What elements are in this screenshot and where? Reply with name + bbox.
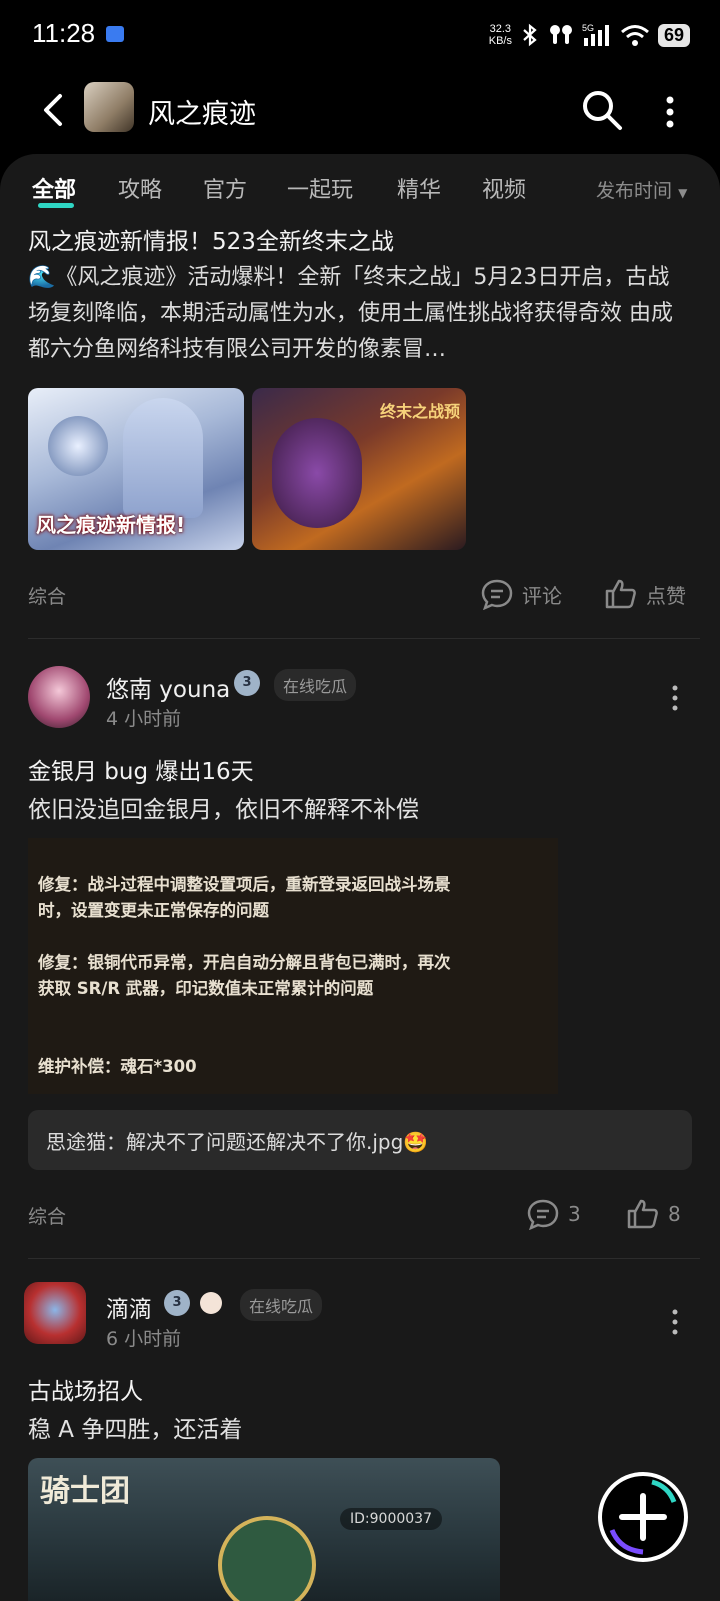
screenshot-line: 时，设置变更未正常保存的问题 xyxy=(38,901,269,920)
like-button[interactable]: 8 xyxy=(626,1198,681,1230)
divider xyxy=(28,638,700,639)
guild-emblem xyxy=(218,1516,316,1601)
tab-official[interactable]: 官方 xyxy=(203,172,247,204)
plus-icon xyxy=(609,1479,677,1555)
comment-button[interactable]: 3 xyxy=(526,1198,581,1230)
post-actions: 综合 评论 点赞 xyxy=(28,574,692,614)
status-bar: 11:28 32.3 KB/s 5G 69 xyxy=(0,0,720,70)
post-title[interactable]: 风之痕迹新情报！523全新终末之战 xyxy=(28,222,394,256)
game-avatar[interactable] xyxy=(84,82,134,132)
emoji-badge-icon xyxy=(200,1292,222,1314)
orb-graphic xyxy=(48,416,108,476)
image-caption: 终末之战预 xyxy=(379,402,460,421)
post-title[interactable]: 古战场招人 xyxy=(28,1372,143,1406)
comment-icon xyxy=(481,579,513,610)
net-speed-value: 32.3 xyxy=(489,23,512,35)
like-button[interactable]: 点赞 xyxy=(604,578,686,610)
category-label: 综合 xyxy=(28,586,67,608)
screenshot-line: 获取 SR/R 武器，印记数值未正常累计的问题 xyxy=(38,979,374,998)
post-body[interactable]: 依旧没追回金银月，依旧不解释不补偿 xyxy=(28,790,419,824)
post-title[interactable]: 金银月 bug 爆出16天 xyxy=(28,752,254,786)
like-count: 8 xyxy=(668,1202,681,1226)
post-more-icon[interactable] xyxy=(670,684,680,712)
post-screenshot[interactable]: 修复：战斗过程中调整设置项后，重新登录返回战斗场景 时，设置变更未正常保存的问题… xyxy=(28,838,558,1094)
comment-icon xyxy=(527,1199,559,1230)
more-options-icon[interactable] xyxy=(660,94,680,130)
page-title: 风之痕迹 xyxy=(148,99,256,130)
tab-bar: 全部 攻略 官方 一起玩 精华 视频 发布时间 ▼ xyxy=(0,156,720,216)
post-body[interactable]: 稳 A 争四胜，还活着 xyxy=(28,1410,242,1444)
tab-all[interactable]: 全部 xyxy=(32,172,76,204)
status-icons: 32.3 KB/s 5G 69 xyxy=(489,18,690,52)
net-speed-unit: KB/s xyxy=(488,35,512,47)
screenshot-line: 修复：银铜代币异常，开启自动分解且背包已满时，再次 xyxy=(38,953,451,972)
tab-video[interactable]: 视频 xyxy=(482,172,526,204)
bluetooth-icon xyxy=(523,23,537,47)
tab-featured[interactable]: 精华 xyxy=(397,172,441,204)
post-time: 6 小时前 xyxy=(106,1328,182,1350)
earbuds-icon xyxy=(549,25,572,44)
like-label: 点赞 xyxy=(646,583,686,608)
status-badge: 在线吃瓜 xyxy=(274,669,357,701)
category-label: 综合 xyxy=(28,1206,67,1228)
post-image[interactable]: 终末之战预 xyxy=(252,388,466,550)
monster-graphic xyxy=(272,418,362,528)
search-icon[interactable] xyxy=(580,88,624,132)
post-time: 4 小时前 xyxy=(106,708,182,730)
sort-dropdown[interactable]: 发布时间 ▼ xyxy=(596,176,687,203)
notification-icon xyxy=(106,26,124,42)
signal-icon: 5G xyxy=(582,23,609,46)
active-tab-indicator xyxy=(38,203,74,208)
wifi-icon xyxy=(621,25,649,46)
divider xyxy=(28,1258,700,1259)
post-more-icon[interactable] xyxy=(670,1308,680,1336)
post-actions: 综合 3 8 xyxy=(28,1194,692,1234)
create-post-button[interactable] xyxy=(598,1472,688,1562)
tab-play-together[interactable]: 一起玩 xyxy=(287,172,353,204)
comment-count: 3 xyxy=(568,1202,581,1226)
caret-down-icon: ▼ xyxy=(678,186,688,200)
top-bar: 风之痕迹 xyxy=(0,70,720,154)
image-id-label: ID:9000037 xyxy=(340,1508,442,1530)
level-badge: 3 xyxy=(234,670,260,696)
top-comment[interactable]: 思途猫：解决不了问题还解决不了你.jpg🤩 xyxy=(28,1110,692,1170)
avatar[interactable] xyxy=(28,666,90,728)
post-image[interactable]: 骑士团 ID:9000037 xyxy=(28,1458,500,1601)
comment-text: 思途猫：解决不了问题还解决不了你.jpg🤩 xyxy=(46,1130,429,1154)
image-caption: 风之痕迹新情报! xyxy=(36,513,186,537)
net-speed: 32.3 KB/s xyxy=(489,23,512,47)
level-badge: 3 xyxy=(164,1290,190,1316)
comment-label: 评论 xyxy=(522,583,562,608)
status-badge: 在线吃瓜 xyxy=(240,1289,323,1321)
thumbs-up-icon xyxy=(605,579,636,609)
author-name[interactable]: 滴滴 xyxy=(106,1290,152,1324)
sort-label: 发布时间 xyxy=(596,180,673,202)
battery-indicator: 69 xyxy=(657,23,690,47)
thumbs-up-icon xyxy=(627,1199,658,1229)
post-body[interactable]: 🌊《风之痕迹》活动爆料！全新「终末之战」5月23日开启，古战场复刻降临，本期活动… xyxy=(28,260,688,368)
author-name[interactable]: 悠南 youna xyxy=(106,670,230,704)
image-title: 骑士团 xyxy=(40,1474,130,1509)
post-image[interactable]: 风之痕迹新情报! xyxy=(28,388,244,550)
comment-button[interactable]: 评论 xyxy=(480,578,562,610)
avatar[interactable] xyxy=(24,1282,86,1344)
status-time: 11:28 xyxy=(32,18,96,48)
character-graphic xyxy=(123,398,203,518)
back-arrow-icon[interactable] xyxy=(34,90,74,130)
svg-text:5G: 5G xyxy=(582,23,594,33)
screenshot-line: 修复：战斗过程中调整设置项后，重新登录返回战斗场景 xyxy=(38,875,451,894)
tab-guides[interactable]: 攻略 xyxy=(118,172,162,204)
screenshot-line: 维护补偿：魂石*300 xyxy=(38,1057,197,1076)
